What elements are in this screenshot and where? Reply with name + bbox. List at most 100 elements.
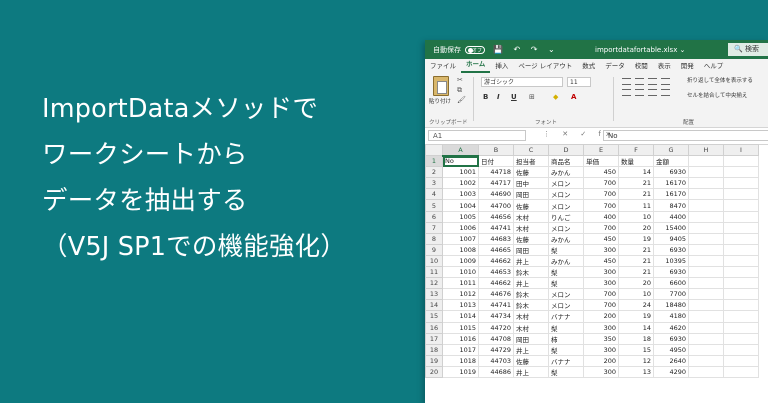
tab-0[interactable]: ファイル — [425, 60, 461, 73]
cell[interactable]: 16170 — [653, 188, 689, 201]
cell[interactable] — [723, 188, 759, 201]
cell[interactable]: バナナ — [548, 310, 584, 323]
column-header[interactable]: H — [688, 143, 724, 157]
align-middle-icon[interactable] — [635, 78, 644, 85]
cell[interactable]: 鈴木 — [513, 288, 549, 301]
cell[interactable]: 44676 — [478, 288, 514, 301]
cell[interactable]: 1006 — [442, 221, 479, 234]
cell[interactable]: 6600 — [653, 277, 689, 290]
tab-6[interactable]: 校閲 — [630, 60, 653, 73]
cell[interactable]: みかん — [548, 232, 584, 245]
cell[interactable]: 21 — [618, 177, 654, 190]
cell[interactable]: 6930 — [653, 332, 689, 345]
cell[interactable] — [688, 277, 724, 290]
cell[interactable]: 44741 — [478, 299, 514, 312]
cell[interactable] — [688, 365, 724, 378]
font-size-select[interactable]: 11 — [567, 77, 591, 87]
font-name-select[interactable]: 游ゴシック — [481, 77, 563, 87]
cell[interactable]: 400 — [583, 210, 619, 223]
cell[interactable]: バナナ — [548, 354, 584, 367]
border-icon[interactable]: ⊞ — [529, 94, 537, 101]
cell[interactable] — [688, 266, 724, 279]
cell[interactable]: 佐藤 — [513, 232, 549, 245]
cell[interactable] — [688, 188, 724, 201]
cell[interactable] — [688, 332, 724, 345]
cell[interactable]: 井上 — [513, 277, 549, 290]
cell[interactable]: 4290 — [653, 365, 689, 378]
cell[interactable]: みかん — [548, 166, 584, 179]
cell[interactable]: 木村 — [513, 321, 549, 334]
cell[interactable]: 1017 — [442, 343, 479, 356]
cell[interactable]: 18 — [618, 332, 654, 345]
row-header[interactable]: 11 — [425, 266, 443, 279]
cell[interactable] — [688, 254, 724, 268]
cell[interactable]: 梨 — [548, 321, 584, 334]
cell[interactable]: 200 — [583, 310, 619, 323]
alignment-icons[interactable] — [620, 77, 680, 103]
cell[interactable]: 450 — [583, 166, 619, 179]
cell[interactable]: 柿 — [548, 332, 584, 345]
cell[interactable] — [723, 299, 759, 312]
cell[interactable] — [688, 299, 724, 312]
row-header[interactable]: 8 — [425, 232, 443, 245]
cell[interactable]: メロン — [548, 221, 584, 234]
tab-3[interactable]: ページ レイアウト — [513, 60, 577, 73]
cell[interactable]: 19 — [618, 232, 654, 245]
cell[interactable] — [688, 343, 724, 356]
tab-2[interactable]: 挿入 — [490, 60, 513, 73]
cell[interactable]: 44653 — [478, 266, 514, 279]
cell[interactable]: 300 — [583, 243, 619, 256]
cell[interactable]: 梨 — [548, 266, 584, 279]
cell[interactable]: 44718 — [478, 166, 514, 179]
cell[interactable]: 1012 — [442, 288, 479, 301]
column-header[interactable]: D — [548, 143, 584, 157]
fill-color-icon[interactable]: ◆ — [553, 94, 561, 101]
row-header[interactable]: 15 — [425, 310, 443, 323]
cell[interactable]: 1003 — [442, 188, 479, 201]
cell[interactable]: 700 — [583, 299, 619, 312]
cell[interactable]: 15400 — [653, 221, 689, 234]
name-box[interactable]: A1 — [428, 130, 526, 141]
cell[interactable]: 数量 — [618, 155, 654, 168]
cell[interactable]: メロン — [548, 299, 584, 312]
cell[interactable]: 4620 — [653, 321, 689, 334]
column-header[interactable]: E — [583, 143, 619, 157]
cell[interactable]: 300 — [583, 266, 619, 279]
cell[interactable] — [723, 221, 759, 234]
cell[interactable] — [723, 343, 759, 356]
cell[interactable] — [688, 199, 724, 212]
cell[interactable]: 700 — [583, 188, 619, 201]
row-header[interactable]: 17 — [425, 332, 443, 345]
cell[interactable]: 700 — [583, 221, 619, 234]
cell[interactable]: 6930 — [653, 243, 689, 256]
search-box[interactable]: 🔍 検索 — [728, 43, 768, 56]
cell[interactable]: 梨 — [548, 277, 584, 290]
cell[interactable]: 1016 — [442, 332, 479, 345]
cell[interactable] — [723, 365, 759, 378]
formula-input[interactable]: No — [603, 130, 768, 141]
cell[interactable]: 1018 — [442, 354, 479, 367]
cell[interactable] — [688, 155, 724, 168]
cell[interactable]: 44717 — [478, 177, 514, 190]
tab-8[interactable]: 開発 — [676, 60, 699, 73]
tab-9[interactable]: ヘルプ — [699, 60, 729, 73]
cell[interactable]: 1009 — [442, 254, 479, 268]
cell[interactable]: 2640 — [653, 354, 689, 367]
cell[interactable]: 16170 — [653, 177, 689, 190]
cell[interactable] — [723, 354, 759, 367]
cell[interactable] — [723, 332, 759, 345]
tab-7[interactable]: 表示 — [653, 60, 676, 73]
cell[interactable]: メロン — [548, 188, 584, 201]
align-top-icon[interactable] — [622, 78, 631, 85]
cell[interactable]: 鈴木 — [513, 266, 549, 279]
cell[interactable]: 岡田 — [513, 332, 549, 345]
cell[interactable]: 田中 — [513, 177, 549, 190]
cell[interactable]: 1011 — [442, 277, 479, 290]
cell[interactable]: 1015 — [442, 321, 479, 334]
cell[interactable] — [723, 199, 759, 212]
cell[interactable]: 21 — [618, 188, 654, 201]
cell[interactable]: りんご — [548, 210, 584, 223]
cell[interactable]: 1005 — [442, 210, 479, 223]
cell[interactable]: 18480 — [653, 299, 689, 312]
cell[interactable]: 44741 — [478, 221, 514, 234]
